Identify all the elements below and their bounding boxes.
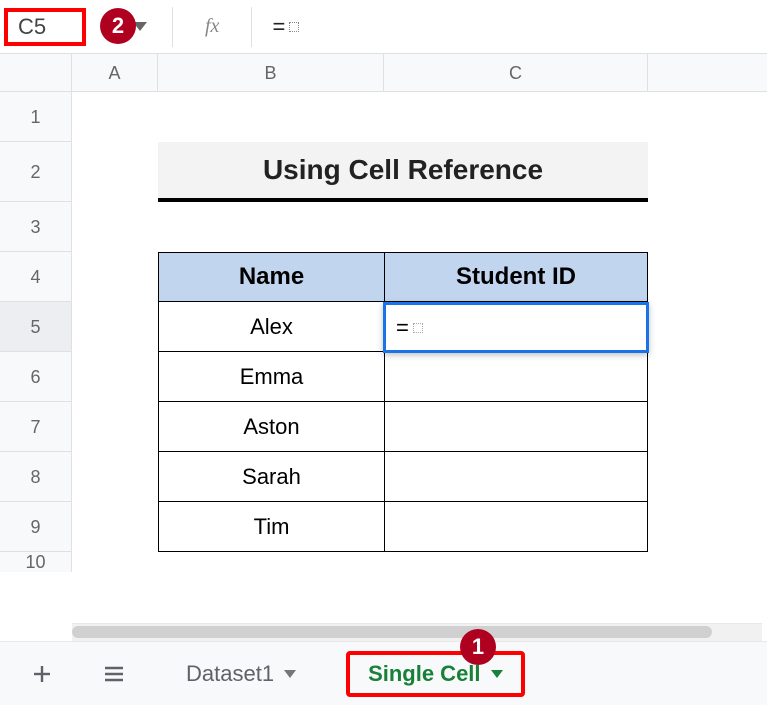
active-cell-value: = (396, 315, 409, 341)
cell-name[interactable]: Aston (158, 402, 384, 452)
row-header-9[interactable]: 9 (0, 502, 71, 552)
sheet-area: A B C 1 2 3 4 5 6 7 8 9 10 Using Cell Re… (0, 54, 767, 634)
name-box-value: C5 (18, 14, 46, 40)
add-sheet-button[interactable] (20, 652, 64, 696)
cell-id[interactable] (384, 402, 648, 452)
row-header-3[interactable]: 3 (0, 202, 71, 252)
data-table: Name Student ID Alex Emma Aston Sarah (158, 252, 648, 552)
row-header-1[interactable]: 1 (0, 92, 71, 142)
divider (172, 7, 173, 47)
sheet-tab-single-cell[interactable]: Single Cell (346, 651, 524, 697)
name-box[interactable]: C5 (4, 8, 86, 46)
header-id[interactable]: Student ID (384, 252, 648, 302)
cell-name[interactable]: Alex (158, 302, 384, 352)
cell-name[interactable]: Emma (158, 352, 384, 402)
sheet-tab-dataset1[interactable]: Dataset1 (164, 651, 318, 697)
column-headers: A B C (0, 54, 767, 92)
scrollbar-thumb[interactable] (72, 626, 712, 638)
cell-id[interactable] (384, 502, 648, 552)
row-header-7[interactable]: 7 (0, 402, 71, 452)
row-header-6[interactable]: 6 (0, 352, 71, 402)
row-header-8[interactable]: 8 (0, 452, 71, 502)
chevron-down-icon (491, 667, 503, 681)
table-row: Tim (158, 502, 648, 552)
fx-label: fx (185, 15, 239, 38)
sheet-tab-bar: Dataset1 Single Cell (0, 641, 767, 705)
callout-2: 2 (100, 8, 136, 44)
cell-id[interactable] (384, 352, 648, 402)
cell-name[interactable]: Sarah (158, 452, 384, 502)
all-sheets-button[interactable] (92, 652, 136, 696)
formula-cursor-icon (289, 22, 299, 32)
row-headers: 1 2 3 4 5 6 7 8 9 10 (0, 92, 72, 572)
active-cell-C5[interactable]: = (383, 302, 649, 353)
cell-name[interactable]: Tim (158, 502, 384, 552)
divider (251, 7, 252, 47)
callout-1: 1 (460, 629, 496, 665)
formula-input[interactable]: = (264, 0, 767, 53)
header-name[interactable]: Name (158, 252, 384, 302)
row-header-5[interactable]: 5 (0, 302, 71, 352)
row-header-10[interactable]: 10 (0, 552, 71, 572)
table-row: Sarah (158, 452, 648, 502)
column-header-C[interactable]: C (384, 54, 648, 91)
table-header-row: Name Student ID (158, 252, 648, 302)
select-all-corner[interactable] (0, 54, 72, 91)
sheet-tab-label: Dataset1 (186, 661, 274, 687)
row-header-2[interactable]: 2 (0, 142, 71, 202)
grid[interactable]: Using Cell Reference Name Student ID Ale… (72, 92, 767, 572)
formula-input-value: = (272, 14, 285, 40)
column-header-A[interactable]: A (72, 54, 158, 91)
rows-wrap: 1 2 3 4 5 6 7 8 9 10 Using Cell Referenc… (0, 92, 767, 572)
table-row: Aston (158, 402, 648, 452)
sheet-tab-label: Single Cell (368, 661, 480, 687)
horizontal-scrollbar[interactable] (72, 623, 762, 641)
row-header-4[interactable]: 4 (0, 252, 71, 302)
column-header-B[interactable]: B (158, 54, 384, 91)
cell-id[interactable] (384, 452, 648, 502)
chevron-down-icon (284, 667, 296, 681)
cursor-icon (413, 323, 423, 333)
table-row: Emma (158, 352, 648, 402)
title-cell[interactable]: Using Cell Reference (158, 142, 648, 202)
